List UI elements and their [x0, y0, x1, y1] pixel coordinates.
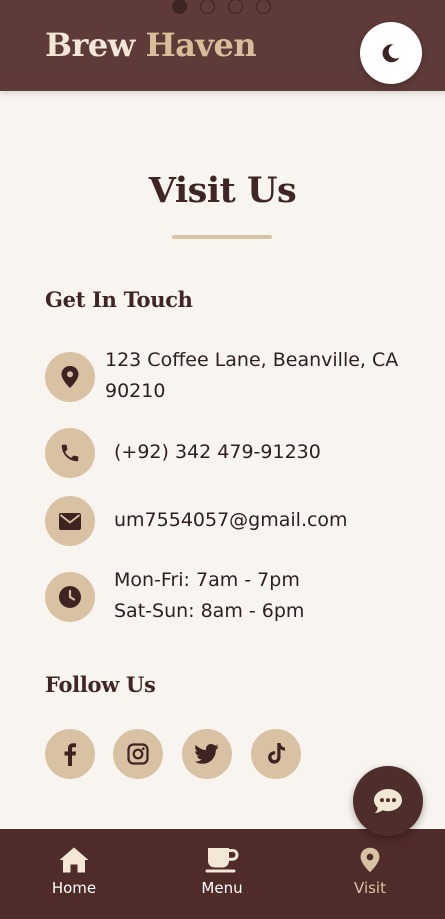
address-icon-badge	[45, 352, 95, 402]
address-text: 123 Coffee Lane, Beanville, CA 90210	[105, 345, 398, 407]
envelope-icon	[59, 512, 81, 530]
email-text[interactable]: um7554057@gmail.com	[114, 505, 348, 536]
home-icon	[59, 847, 89, 873]
title-underline	[172, 235, 272, 239]
theme-toggle-button[interactable]	[360, 22, 422, 84]
address-line-1: 123 Coffee Lane, Beanville, CA	[105, 349, 399, 371]
location-pin-icon	[360, 847, 380, 873]
carousel-dots	[172, 0, 271, 14]
nav-label-visit: Visit	[354, 879, 386, 897]
hours-icon-badge	[45, 572, 95, 622]
twitter-link[interactable]	[182, 729, 232, 779]
contact-heading: Get In Touch	[45, 287, 193, 312]
nav-item-home[interactable]: Home	[0, 829, 148, 919]
phone-icon-badge	[45, 428, 95, 478]
hours-text: Mon-Fri: 7am - 7pm Sat-Sun: 8am - 6pm	[114, 565, 304, 627]
tiktok-icon	[268, 743, 285, 764]
instagram-link[interactable]	[113, 729, 163, 779]
carousel-dot[interactable]	[228, 0, 243, 14]
hours-line-2: Sat-Sun: 8am - 6pm	[114, 600, 305, 622]
nav-label-home: Home	[51, 879, 97, 897]
address-line-2: 90210	[105, 380, 166, 402]
page-title: Visit Us	[148, 170, 297, 211]
moon-icon	[382, 44, 400, 63]
tiktok-link[interactable]	[251, 729, 301, 779]
email-icon-badge	[45, 496, 95, 546]
chat-icon	[374, 789, 402, 813]
facebook-link[interactable]	[45, 729, 95, 779]
social-heading: Follow Us	[45, 672, 156, 697]
bottom-nav: Home Menu Visit	[0, 829, 445, 919]
app-header: Brew Haven	[0, 0, 445, 91]
brand-word-2: Haven	[145, 26, 257, 64]
twitter-icon	[195, 744, 219, 764]
location-pin-icon	[61, 366, 79, 388]
brand-logo[interactable]: Brew Haven	[45, 26, 257, 64]
phone-text[interactable]: (+92) 342 479-91230	[114, 437, 321, 468]
instagram-icon	[127, 743, 149, 765]
chat-button[interactable]	[353, 766, 423, 836]
coffee-cup-icon	[205, 848, 239, 873]
nav-label-menu: Menu	[201, 879, 243, 897]
phone-icon	[61, 444, 79, 462]
hours-line-1: Mon-Fri: 7am - 7pm	[114, 569, 300, 591]
carousel-dot[interactable]	[172, 0, 187, 14]
facebook-icon	[64, 743, 76, 766]
clock-icon	[59, 586, 81, 608]
nav-item-menu[interactable]: Menu	[148, 829, 296, 919]
carousel-dot[interactable]	[200, 0, 215, 14]
nav-item-visit[interactable]: Visit	[296, 829, 444, 919]
brand-word-1: Brew	[45, 26, 135, 64]
carousel-dot[interactable]	[256, 0, 271, 14]
